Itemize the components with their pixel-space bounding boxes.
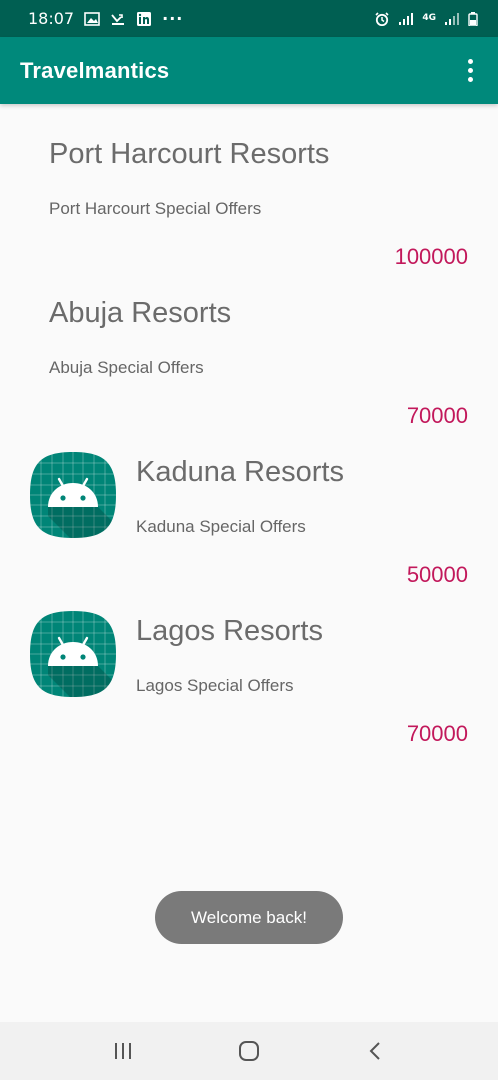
gallery-icon [84,11,100,26]
battery-icon [468,11,478,26]
network-type-label: 4G [422,13,436,23]
back-icon [369,1042,380,1060]
status-left: 18:07 ··· [28,9,183,28]
signal-icon-2 [445,12,459,25]
deal-description: Port Harcourt Special Offers [49,199,262,218]
deals-list: Port Harcourt Resorts Port Harcourt Spec… [0,104,498,746]
more-vert-icon[interactable] [458,51,482,91]
overflow-dot [467,77,473,82]
deal-title: Port Harcourt Resorts [49,138,330,170]
more-notifications: ··· [162,9,184,28]
home-icon [239,1041,259,1061]
signal-icon-1 [399,12,414,25]
screen: 18:07 ··· 4G Travelmantics Port Harcourt… [0,0,498,1080]
app-title: Travelmantics [20,57,170,83]
deal-title: Lagos Resorts [136,615,323,647]
status-bar: 18:07 ··· 4G [0,0,498,37]
missed-call-icon [111,13,125,25]
toast: Welcome back! [155,891,343,944]
list-item[interactable]: Abuja Resorts Abuja Special Offers 70000 [0,263,498,428]
overflow-dot [467,68,473,73]
app-bar: Travelmantics [0,37,498,104]
deal-description: Abuja Special Offers [49,358,204,377]
toast-message: Welcome back! [191,907,307,927]
deal-description: Kaduna Special Offers [136,517,306,536]
list-item[interactable]: Kaduna Resorts Kaduna Special Offers 500… [0,422,498,587]
status-time: 18:07 [28,9,75,28]
deal-title: Abuja Resorts [49,297,232,329]
list-item[interactable]: Port Harcourt Resorts Port Harcourt Spec… [0,104,498,269]
deal-title: Kaduna Resorts [136,456,344,488]
android-launcher-icon [30,611,116,697]
back-button[interactable] [355,1031,395,1071]
alarm-icon [375,11,389,26]
deal-price: 70000 [406,721,468,746]
android-launcher-icon [30,452,116,538]
deal-description: Lagos Special Offers [136,676,294,695]
linkedin-icon [137,11,152,26]
recents-button[interactable] [103,1031,143,1071]
status-right: 4G [374,11,478,26]
list-item[interactable]: Lagos Resorts Lagos Special Offers 70000 [0,581,498,746]
recents-icon [115,1043,131,1059]
navigation-bar [0,1022,498,1080]
home-button[interactable] [229,1031,269,1071]
overflow-dot [467,59,473,64]
